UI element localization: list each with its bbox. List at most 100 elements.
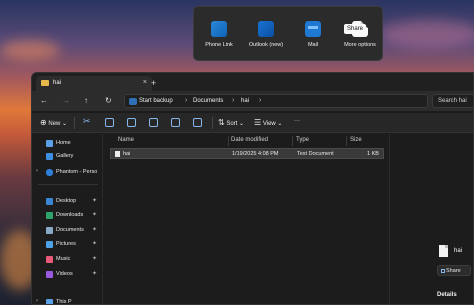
sidebar-item-label: Home (56, 140, 71, 146)
mail-icon (305, 21, 321, 37)
pin-icon: ✦ (91, 198, 97, 204)
details-file-name: hai (454, 248, 463, 254)
refresh-icon[interactable]: ↻ (105, 96, 112, 105)
background-cloud (380, 20, 474, 48)
up-arrow-icon[interactable]: ↑ (84, 96, 88, 105)
table-row[interactable]: hai 1/19/2025 4:08 PM Text Document 1 KB (110, 148, 384, 159)
column-header-size[interactable]: Size (350, 137, 362, 143)
share-target-label: Mail (307, 42, 319, 48)
column-header-name[interactable]: Name (118, 137, 134, 143)
breadcrumb-start-backup[interactable]: Start backup (139, 98, 173, 104)
tab-bar: hai × + (32, 73, 473, 91)
column-divider[interactable] (292, 136, 293, 146)
share-tooltip: Share (344, 24, 367, 34)
share-target-phone-link[interactable]: Phone Link (197, 21, 241, 48)
sidebar-item-home[interactable]: Home (32, 138, 103, 149)
more-options-button[interactable]: ··· (294, 118, 300, 124)
share-icon (441, 269, 445, 273)
documents-icon (46, 227, 53, 234)
column-divider[interactable] (346, 136, 347, 146)
new-tab-button[interactable]: + (151, 78, 156, 88)
downloads-icon (46, 212, 53, 219)
breadcrumb-documents[interactable]: Documents (193, 98, 223, 104)
view-label: View (262, 121, 276, 127)
sidebar-item-music[interactable]: Music ✦ (32, 254, 103, 265)
sidebar-item-gallery[interactable]: Gallery (32, 151, 103, 162)
search-input[interactable]: Search hai (432, 94, 473, 108)
sort-icon: ⇅ (218, 118, 225, 127)
view-button[interactable]: ☰ View ⌄ (254, 118, 282, 127)
home-icon (46, 140, 53, 147)
phone-link-icon (211, 21, 227, 37)
outlook-icon (258, 21, 274, 37)
chevron-right-icon: › (185, 97, 188, 104)
address-bar: ← → ↑ ↻ Start backup › Documents › hai ›… (32, 91, 473, 111)
desktop-icon (46, 198, 53, 205)
share-icon[interactable] (171, 118, 180, 127)
tab-title: hai (53, 80, 62, 86)
sidebar-item-label: Documents (56, 227, 84, 233)
sort-label: Sort (226, 121, 238, 127)
sidebar-item-label: Desktop (56, 198, 77, 204)
column-header-date[interactable]: Date modified (231, 137, 268, 143)
this-pc-icon (46, 299, 53, 304)
sidebar-item-label: Downloads (56, 212, 84, 218)
background-cloud (0, 40, 60, 60)
chevron-right-icon[interactable]: › (36, 298, 38, 304)
folder-icon (41, 80, 49, 86)
new-button[interactable]: ⊕ New ⌄ (40, 118, 67, 127)
back-arrow-icon[interactable]: ← (40, 96, 48, 105)
details-share-button[interactable]: Share (437, 265, 471, 276)
sidebar-item-label: This P (56, 299, 72, 305)
sidebar-item-label: Pictures (56, 241, 76, 247)
sidebar-item-label: Videos (56, 271, 73, 277)
sort-button[interactable]: ⇅ Sort ⌄ (218, 118, 244, 127)
paste-icon[interactable] (127, 118, 136, 127)
pin-icon: ✦ (91, 271, 97, 277)
chevron-right-icon[interactable]: › (36, 168, 38, 174)
sidebar-item-desktop[interactable]: Desktop ✦ (32, 196, 103, 207)
share-target-label: Outlook (new) (248, 42, 284, 48)
sidebar-item-label: Phantom - Perso (56, 169, 98, 175)
file-date: 1/19/2025 4:08 PM (232, 151, 279, 157)
sidebar-item-pictures[interactable]: Pictures ✦ (32, 239, 103, 250)
share-target-outlook[interactable]: Outlook (new) (244, 21, 288, 48)
toolbar-divider (74, 117, 75, 129)
sidebar-item-videos[interactable]: Videos ✦ (32, 269, 103, 280)
details-section-label: Details (437, 292, 457, 298)
tab-hai[interactable]: hai × (36, 76, 152, 91)
pin-icon: ✦ (91, 256, 97, 262)
text-file-icon (439, 245, 448, 257)
column-divider[interactable] (228, 136, 229, 146)
sidebar-item-phantom[interactable]: › Phantom - Perso (32, 167, 103, 178)
videos-icon (46, 271, 53, 278)
sidebar-item-label: Music (56, 256, 71, 262)
text-file-icon (115, 151, 120, 157)
rename-icon[interactable] (149, 118, 158, 127)
share-target-label: Phone Link (205, 42, 233, 48)
chevron-right-icon: › (259, 97, 262, 104)
breadcrumb-hai[interactable]: hai (241, 98, 249, 104)
pin-icon: ✦ (91, 241, 97, 247)
file-size: 1 KB (367, 151, 379, 157)
music-icon (46, 256, 53, 263)
breadcrumb[interactable]: Start backup › Documents › hai › (124, 94, 428, 108)
forward-arrow-icon[interactable]: → (62, 96, 70, 105)
sidebar-item-downloads[interactable]: Downloads ✦ (32, 210, 103, 221)
copy-icon[interactable] (105, 118, 114, 127)
file-type: Text Document (297, 151, 334, 157)
details-pane: hai Share Details (389, 134, 473, 304)
share-target-mail[interactable]: Mail (291, 21, 335, 48)
search-placeholder: Search hai (438, 98, 467, 104)
sidebar-item-this-pc[interactable]: › This P (32, 297, 103, 305)
plus-circle-icon: ⊕ (40, 118, 47, 127)
share-target-label: More options (344, 42, 376, 48)
pin-icon: ✦ (91, 227, 97, 233)
sidebar-item-label: Gallery (56, 153, 74, 159)
close-tab-icon[interactable]: × (143, 79, 147, 86)
delete-icon[interactable] (193, 118, 202, 127)
sidebar-item-documents[interactable]: Documents ✦ (32, 225, 103, 236)
cut-icon[interactable]: ✂ (83, 116, 91, 127)
column-header-type[interactable]: Type (296, 137, 309, 143)
view-icon: ☰ (254, 118, 262, 127)
